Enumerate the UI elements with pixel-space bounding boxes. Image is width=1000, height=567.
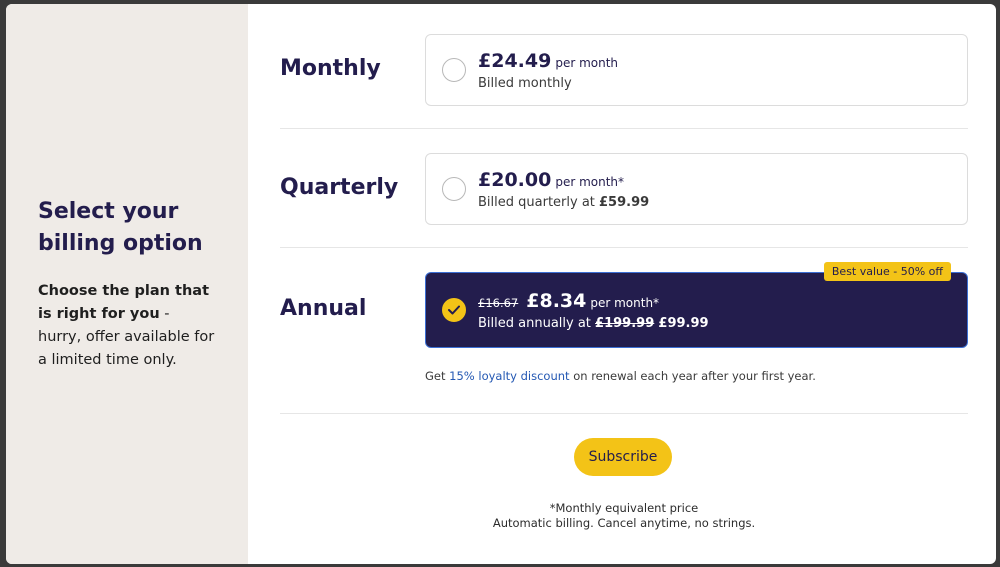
per-label-monthly: per month — [555, 55, 619, 70]
plan-row-monthly: Monthly £24.49 per month Billed monthly — [280, 34, 968, 106]
plan-row-quarterly: Quarterly £20.00 per month* Billed quart… — [280, 153, 968, 225]
billing-annual-amount: £99.99 — [658, 315, 709, 331]
per-label-quarterly: per month* — [555, 174, 625, 189]
plan-details-monthly: £24.49 per month Billed monthly — [478, 50, 618, 91]
plan-card-quarterly[interactable]: £20.00 per month* Billed quarterly at £5… — [425, 153, 968, 225]
best-value-badge: Best value - 50% off — [823, 262, 951, 281]
billing-annual-prefix: Billed annually at — [478, 315, 596, 331]
billing-modal: Select your billing option Choose the pl… — [6, 4, 996, 564]
plan-label-monthly: Monthly — [280, 56, 381, 81]
footnote-price: *Monthly equivalent price — [549, 501, 699, 515]
plan-details-quarterly: £20.00 per month* Billed quarterly at £5… — [478, 169, 649, 210]
divider — [280, 128, 968, 129]
billing-monthly: Billed monthly — [478, 75, 572, 91]
plan-row-annual: Annual Best value - 50% off £16.67 £8.34… — [280, 262, 968, 348]
price-quarterly: £20.00 — [478, 168, 552, 191]
plan-options: Monthly £24.49 per month Billed monthly … — [248, 4, 996, 564]
radio-annual[interactable] — [442, 298, 466, 322]
sidebar-description: Choose the plan that is right for you - … — [38, 280, 216, 372]
loyalty-discount-link[interactable]: 15% loyalty discount — [449, 369, 569, 383]
loyalty-note: Get 15% loyalty discount on renewal each… — [425, 369, 816, 383]
billing-annual-old: £199.99 — [595, 315, 655, 331]
per-label-annual: per month* — [590, 295, 660, 310]
old-price-annual: £16.67 — [478, 295, 519, 310]
price-monthly: £24.49 — [478, 49, 552, 72]
radio-monthly[interactable] — [442, 58, 466, 82]
radio-quarterly[interactable] — [442, 177, 466, 201]
plan-label-annual: Annual — [280, 296, 367, 321]
divider — [280, 413, 968, 414]
divider — [280, 247, 968, 248]
footnote-billing: Automatic billing. Cancel anytime, no st… — [492, 516, 756, 530]
plan-card-annual[interactable]: Best value - 50% off £16.67 £8.34 per mo… — [425, 262, 968, 348]
checkmark-icon — [448, 305, 460, 315]
subscribe-button[interactable]: Subscribe — [574, 438, 672, 476]
plan-card-monthly[interactable]: £24.49 per month Billed monthly — [425, 34, 968, 106]
sidebar-title: Select your billing option — [38, 199, 203, 256]
loyalty-prefix: Get — [425, 369, 450, 383]
loyalty-suffix: on renewal each year after your first ye… — [569, 369, 816, 383]
billing-quarterly-amount: £59.99 — [599, 194, 650, 210]
billing-annual: Billed annually at £199.99 £99.99 — [478, 316, 709, 331]
sidebar: Select your billing option Choose the pl… — [6, 4, 248, 564]
sidebar-description-bold: Choose the plan that is right for you — [38, 283, 210, 322]
plan-label-quarterly: Quarterly — [280, 175, 399, 200]
billing-quarterly-prefix: Billed quarterly at — [478, 194, 600, 210]
billing-quarterly: Billed quarterly at £59.99 — [478, 195, 649, 210]
price-annual: £8.34 — [526, 289, 587, 312]
plan-details-annual: £16.67 £8.34 per month* Billed annually … — [478, 290, 709, 331]
